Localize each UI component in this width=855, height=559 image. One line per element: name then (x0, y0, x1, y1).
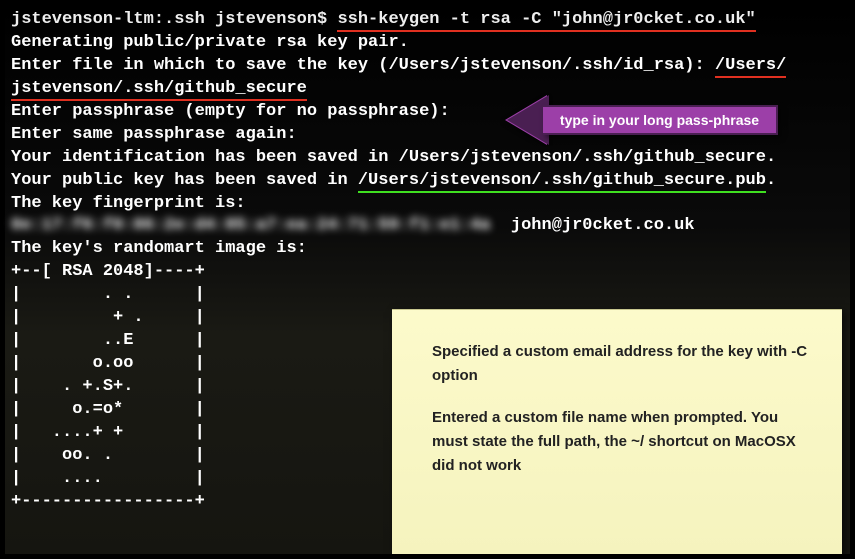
terminal-line: The key's randomart image is: (11, 238, 844, 261)
arrow-label: type in your long pass-phrase (543, 105, 778, 135)
terminal-line: Enter file in which to save the key (/Us… (11, 55, 844, 78)
terminal-window: jstevenson-ltm:.ssh jstevenson$ ssh-keyg… (5, 5, 850, 554)
entered-path-p2: jstevenson/.ssh/github_secure (11, 79, 307, 101)
arrow-left-icon (505, 95, 547, 145)
randomart-row: | . . | (11, 284, 844, 307)
randomart-row: +--[ RSA 2048]----+ (11, 261, 844, 284)
pub-saved-path: /Users/jstevenson/.ssh/github_secure.pub (358, 171, 766, 193)
terminal-line: The key fingerprint is: (11, 193, 844, 216)
entered-path-p1: /Users/ (715, 56, 786, 78)
note-paragraph-1: Specified a custom email address for the… (432, 340, 812, 388)
fingerprint-email: john@jr0cket.co.uk (490, 216, 694, 235)
terminal-line: jstevenson/.ssh/github_secure (11, 78, 844, 101)
terminal-line-fingerprint: 0e:17:f6:f0:86:2e:d4:85:a7:ea:24:71:59:f… (11, 215, 844, 238)
ident-saved-path: /Users/jstevenson/.ssh/github_secure (399, 148, 766, 167)
fingerprint-blurred: 0e:17:f6:f0:86:2e:d4:85:a7:ea:24:71:59:f… (11, 215, 490, 238)
terminal-line: Your identification has been saved in /U… (11, 147, 844, 170)
note-paragraph-2: Entered a custom file name when prompted… (432, 406, 812, 478)
terminal-line: Your public key has been saved in /Users… (11, 170, 844, 193)
sticky-note: Specified a custom email address for the… (392, 309, 842, 554)
ident-saved-prefix: Your identification has been saved in (11, 148, 399, 167)
terminal-line: Generating public/private rsa key pair. (11, 32, 844, 55)
terminal-line-prompt: jstevenson-ltm:.ssh jstevenson$ ssh-keyg… (11, 9, 844, 32)
pub-saved-prefix: Your public key has been saved in (11, 171, 358, 190)
file-prompt-text: Enter file in which to save the key (/Us… (11, 56, 715, 75)
entered-command: ssh-keygen -t rsa -C "john@jr0cket.co.uk… (337, 10, 755, 32)
arrow-annotation: type in your long pass-phrase (505, 101, 785, 139)
shell-prompt: jstevenson-ltm:.ssh jstevenson$ (11, 10, 337, 29)
